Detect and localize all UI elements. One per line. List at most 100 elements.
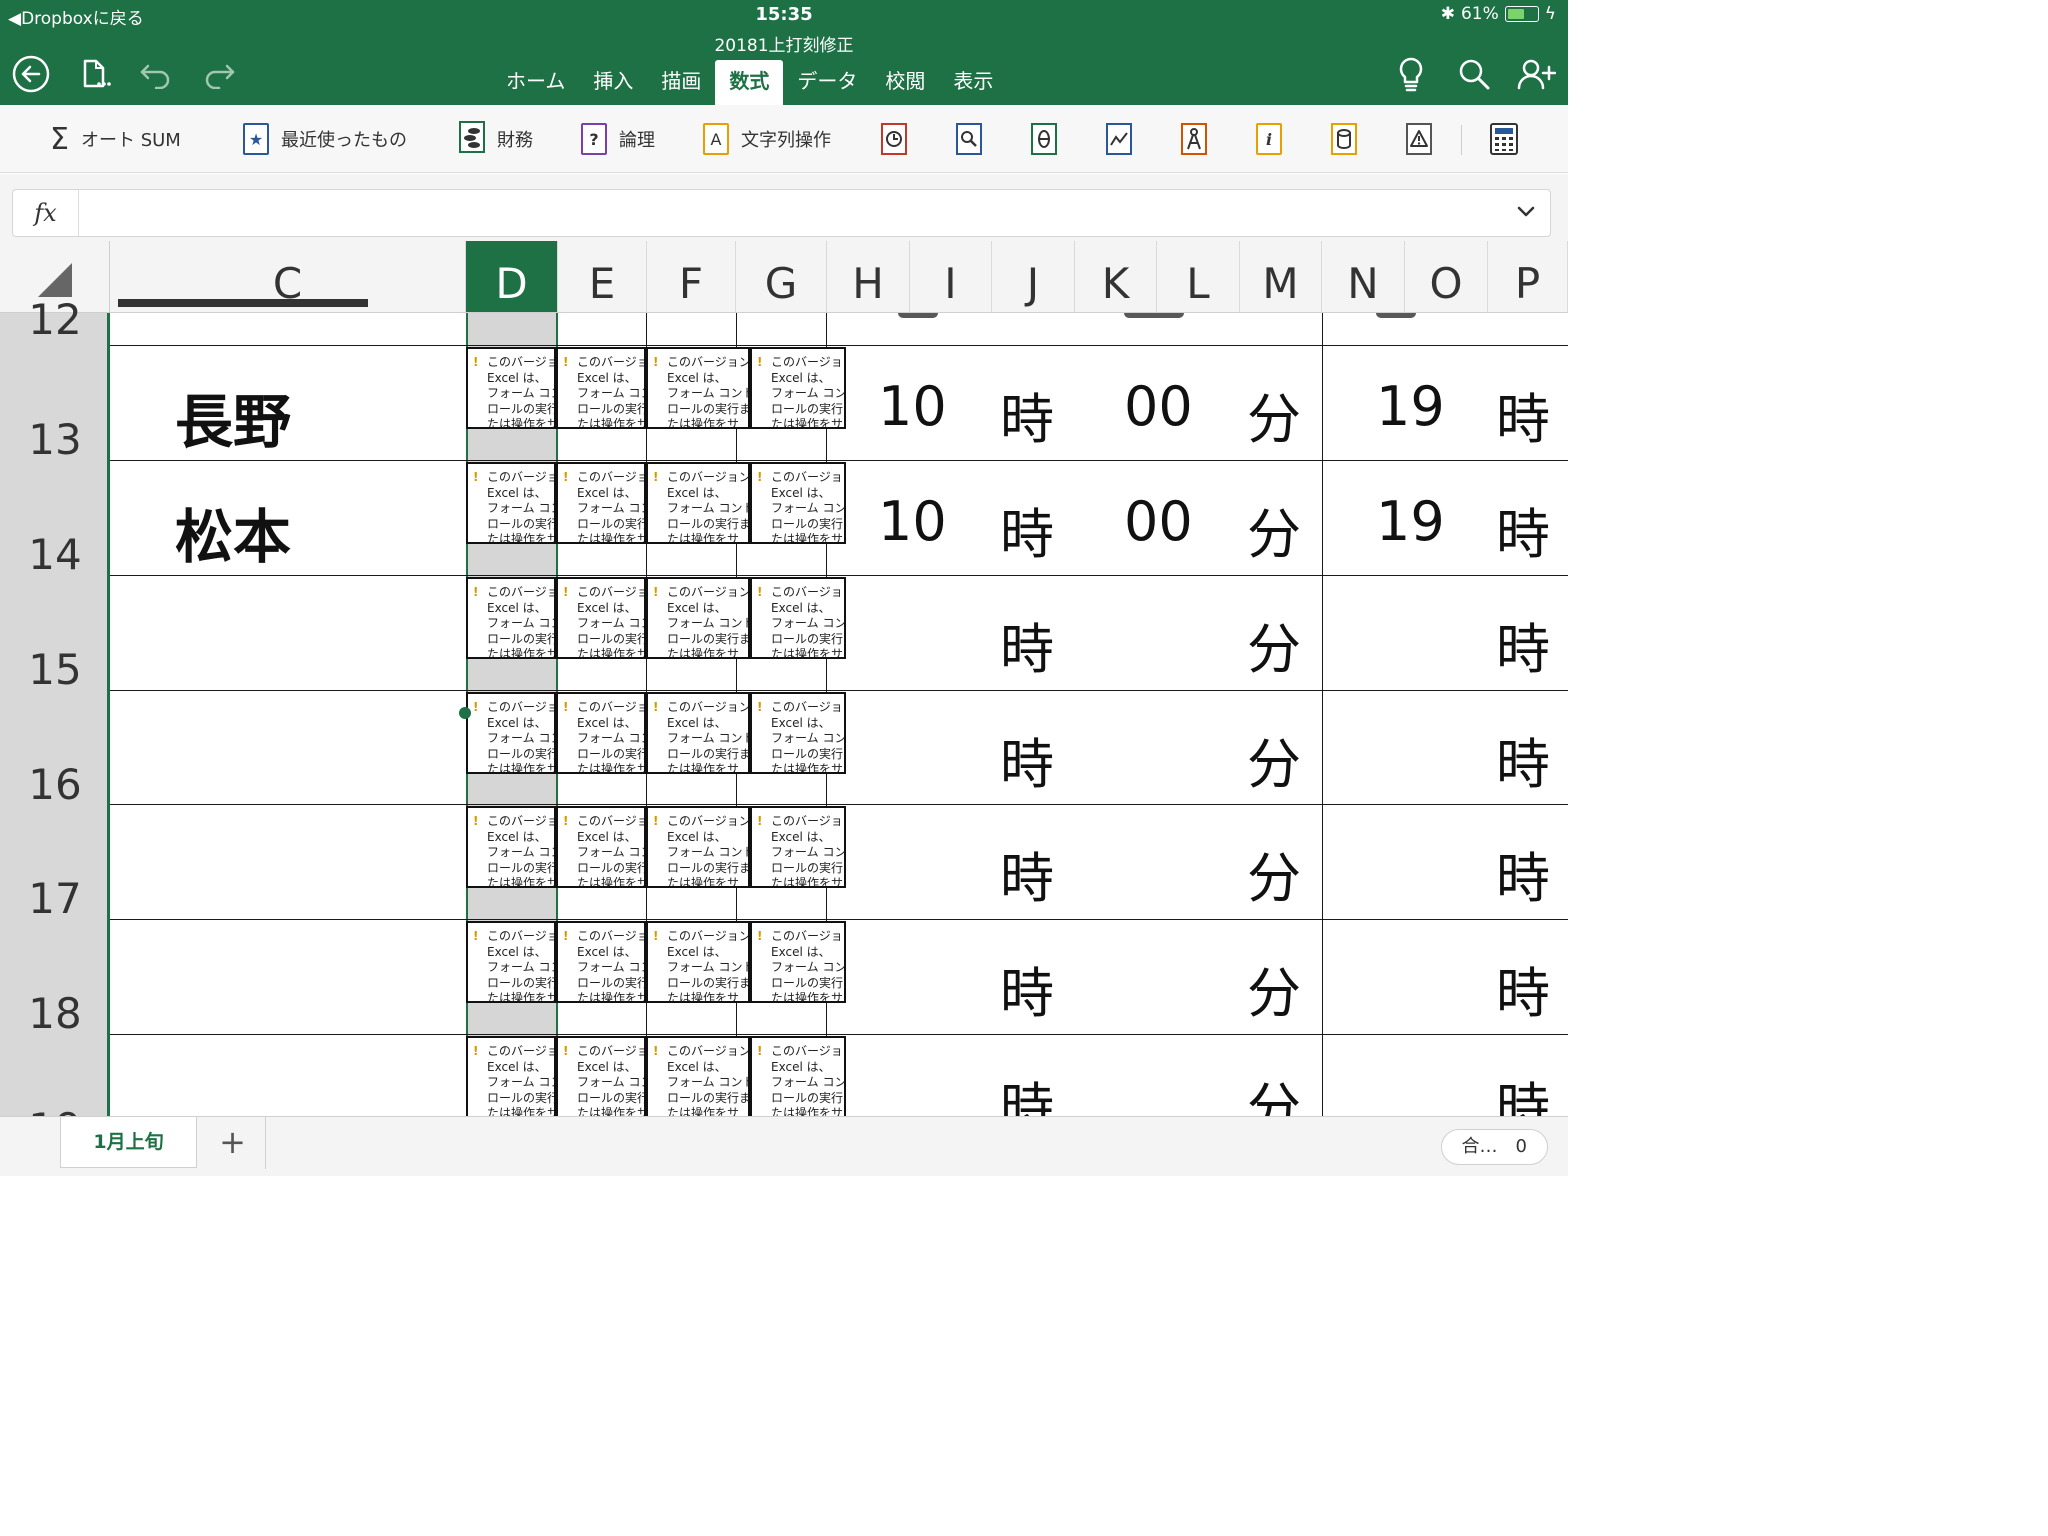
logical-button[interactable]: ? 論理 bbox=[581, 121, 655, 157]
engineering-button[interactable] bbox=[1181, 121, 1207, 157]
row-header-13[interactable]: 13 bbox=[0, 415, 110, 464]
form-control-placeholder[interactable]: ! このバージョンのExcel は、フォーム コントロールの実行または操作をサ bbox=[466, 577, 556, 659]
tab-1[interactable]: 挿入 bbox=[579, 60, 647, 105]
tab-2[interactable]: 描画 bbox=[647, 60, 715, 105]
insert-function-fx-icon[interactable]: fx bbox=[13, 190, 79, 236]
hour-end-unit-cell[interactable]: 時 bbox=[1496, 1064, 1550, 1116]
compatibility-button[interactable] bbox=[1406, 121, 1432, 157]
row-header-19[interactable]: 19 bbox=[0, 1104, 110, 1116]
undo-icon[interactable] bbox=[134, 52, 178, 96]
form-control-placeholder[interactable]: ! このバージョンのExcel は、フォーム コントロールの実行または操作をサ bbox=[646, 577, 750, 659]
add-sheet-button[interactable]: + bbox=[200, 1117, 266, 1169]
autosum-button[interactable]: Σ オート SUM bbox=[50, 121, 181, 157]
minute-cell[interactable]: 00 bbox=[1124, 375, 1193, 438]
tab-3[interactable]: 数式 bbox=[715, 60, 784, 105]
form-control-placeholder[interactable]: ! このバージョンのExcel は、フォーム コントロールの実行または操作をサ bbox=[556, 1036, 646, 1116]
tab-4[interactable]: データ bbox=[783, 60, 871, 105]
column-header-o[interactable]: O bbox=[1405, 241, 1488, 313]
database-button[interactable] bbox=[1331, 121, 1357, 157]
form-control-placeholder[interactable]: ! このバージョンのExcel は、フォーム コントロールの実行または操作をサ bbox=[646, 347, 750, 429]
column-header-i[interactable]: I bbox=[910, 241, 992, 313]
column-header-k[interactable]: K bbox=[1075, 241, 1157, 313]
hour-end-unit-cell[interactable]: 時 bbox=[1496, 949, 1550, 1028]
statistical-button[interactable] bbox=[1106, 121, 1132, 157]
column-header-j[interactable]: J bbox=[992, 241, 1075, 313]
minute-unit-cell[interactable]: 分 bbox=[1247, 605, 1301, 684]
hour-unit-cell[interactable]: 時 bbox=[1000, 720, 1054, 799]
minute-unit-cell[interactable]: 分 bbox=[1247, 834, 1301, 913]
expand-formula-chevron-down-icon[interactable] bbox=[1516, 204, 1536, 223]
form-control-placeholder[interactable]: ! このバージョンのExcel は、フォーム コントロールの実行または操作をサ bbox=[750, 692, 846, 774]
formula-bar[interactable]: fx bbox=[12, 189, 1551, 237]
form-control-placeholder[interactable]: ! このバージョンのExcel は、フォーム コントロールの実行または操作をサ bbox=[556, 462, 646, 544]
row-header-16[interactable]: 16 bbox=[0, 760, 110, 809]
hour-end-cell[interactable]: 19 bbox=[1376, 375, 1445, 438]
name-cell[interactable]: 松本 bbox=[175, 490, 291, 574]
row-header-15[interactable]: 15 bbox=[0, 645, 110, 694]
hour-end-unit-cell[interactable]: 時 bbox=[1496, 375, 1550, 454]
form-control-placeholder[interactable]: ! このバージョンのExcel は、フォーム コントロールの実行または操作をサ bbox=[556, 347, 646, 429]
financial-button[interactable]: 財務 bbox=[459, 120, 533, 157]
form-control-placeholder[interactable]: ! このバージョンのExcel は、フォーム コントロールの実行または操作をサ bbox=[466, 806, 556, 888]
hour-start-cell[interactable]: 10 bbox=[878, 490, 947, 553]
hour-end-cell[interactable]: 19 bbox=[1376, 490, 1445, 553]
minute-unit-cell[interactable]: 分 bbox=[1247, 375, 1301, 454]
search-icon[interactable] bbox=[1452, 52, 1496, 96]
sheet-tab-1[interactable]: 1月上旬 bbox=[60, 1117, 197, 1168]
column-header-m[interactable]: M bbox=[1240, 241, 1322, 313]
tab-0[interactable]: ホーム bbox=[492, 60, 579, 105]
form-control-placeholder[interactable]: ! このバージョンのExcel は、フォーム コントロールの実行または操作をサ bbox=[466, 921, 556, 1003]
form-control-placeholder[interactable]: ! このバージョンのExcel は、フォーム コントロールの実行または操作をサ bbox=[750, 1036, 846, 1116]
hour-start-cell[interactable]: 10 bbox=[878, 375, 947, 438]
hour-unit-cell[interactable]: 時 bbox=[1000, 949, 1054, 1028]
column-header-f[interactable]: F bbox=[647, 241, 736, 313]
form-control-placeholder[interactable]: ! このバージョンのExcel は、フォーム コントロールの実行または操作をサ bbox=[466, 462, 556, 544]
hour-end-unit-cell[interactable]: 時 bbox=[1496, 834, 1550, 913]
hour-end-unit-cell[interactable]: 時 bbox=[1496, 605, 1550, 684]
column-header-h[interactable]: H bbox=[827, 241, 910, 313]
status-summary[interactable]: 合… 0 bbox=[1440, 1129, 1548, 1165]
lightbulb-icon[interactable] bbox=[1389, 52, 1433, 96]
tab-5[interactable]: 校閲 bbox=[871, 60, 939, 105]
form-control-placeholder[interactable]: ! このバージョンのExcel は、フォーム コントロールの実行または操作をサ bbox=[466, 692, 556, 774]
row-header-12[interactable]: 12 bbox=[0, 295, 110, 344]
column-header-p[interactable]: P bbox=[1488, 241, 1568, 313]
redo-icon[interactable] bbox=[197, 52, 241, 96]
name-cell[interactable]: 長野 bbox=[175, 375, 291, 459]
column-header-e[interactable]: E bbox=[558, 241, 647, 313]
minute-unit-cell[interactable]: 分 bbox=[1247, 490, 1301, 569]
minute-unit-cell[interactable]: 分 bbox=[1247, 720, 1301, 799]
form-control-placeholder[interactable]: ! このバージョンのExcel は、フォーム コントロールの実行または操作をサ bbox=[750, 806, 846, 888]
hour-unit-cell[interactable]: 時 bbox=[1000, 375, 1054, 454]
form-control-placeholder[interactable]: ! このバージョンのExcel は、フォーム コントロールの実行または操作をサ bbox=[646, 1036, 750, 1116]
lookup-button[interactable] bbox=[956, 121, 982, 157]
form-control-placeholder[interactable]: ! このバージョンのExcel は、フォーム コントロールの実行または操作をサ bbox=[556, 692, 646, 774]
form-control-placeholder[interactable]: ! このバージョンのExcel は、フォーム コントロールの実行または操作をサ bbox=[556, 806, 646, 888]
form-control-placeholder[interactable]: ! このバージョンのExcel は、フォーム コントロールの実行または操作をサ bbox=[646, 921, 750, 1003]
column-header-l[interactable]: L bbox=[1157, 241, 1240, 313]
hour-unit-cell[interactable]: 時 bbox=[1000, 1064, 1054, 1116]
minute-unit-cell[interactable]: 分 bbox=[1247, 949, 1301, 1028]
row-header-18[interactable]: 18 bbox=[0, 989, 110, 1038]
minute-unit-cell[interactable]: 分 bbox=[1247, 1064, 1301, 1116]
row-header-17[interactable]: 17 bbox=[0, 874, 110, 923]
information-button[interactable]: i bbox=[1256, 121, 1282, 157]
hour-unit-cell[interactable]: 時 bbox=[1000, 605, 1054, 684]
form-control-placeholder[interactable]: ! このバージョンのExcel は、フォーム コントロールの実行または操作をサ bbox=[466, 347, 556, 429]
form-control-placeholder[interactable]: ! このバージョンのExcel は、フォーム コントロールの実行または操作をサ bbox=[646, 806, 750, 888]
form-control-placeholder[interactable]: ! このバージョンのExcel は、フォーム コントロールの実行または操作をサ bbox=[556, 577, 646, 659]
calculation-options-button[interactable] bbox=[1490, 121, 1518, 157]
date-time-button[interactable] bbox=[881, 121, 907, 157]
hour-unit-cell[interactable]: 時 bbox=[1000, 834, 1054, 913]
column-header-n[interactable]: N bbox=[1322, 241, 1405, 313]
form-control-placeholder[interactable]: ! このバージョンのExcel は、フォーム コントロールの実行または操作をサ bbox=[750, 921, 846, 1003]
row-header-14[interactable]: 14 bbox=[0, 530, 110, 579]
hour-end-unit-cell[interactable]: 時 bbox=[1496, 720, 1550, 799]
form-control-placeholder[interactable]: ! このバージョンのExcel は、フォーム コントロールの実行または操作をサ bbox=[556, 921, 646, 1003]
tab-6[interactable]: 表示 bbox=[939, 60, 1007, 105]
form-control-placeholder[interactable]: ! このバージョンのExcel は、フォーム コントロールの実行または操作をサ bbox=[750, 462, 846, 544]
worksheet-grid[interactable]: CDEFGHIJKLMNOP1213141516171819!このバージョンのE… bbox=[0, 241, 1568, 1116]
back-arrow-icon[interactable] bbox=[9, 52, 53, 96]
file-menu-icon[interactable] bbox=[72, 52, 116, 96]
form-control-placeholder[interactable]: ! このバージョンのExcel は、フォーム コントロールの実行または操作をサ bbox=[750, 577, 846, 659]
